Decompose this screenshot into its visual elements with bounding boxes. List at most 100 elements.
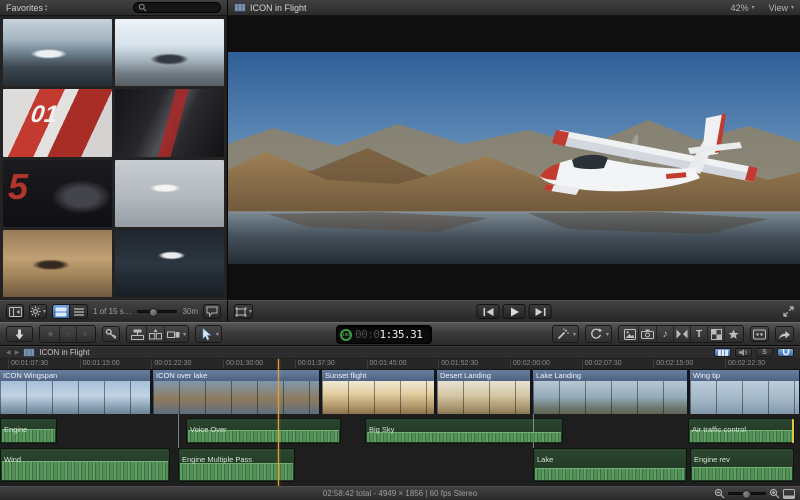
video-clip-icon-over-lake[interactable]: ICON over lake	[153, 370, 320, 414]
ruler-tick	[223, 359, 224, 370]
list-view-button[interactable]	[70, 304, 88, 319]
search-icon	[138, 3, 147, 12]
viewer-canvas[interactable]	[228, 16, 800, 300]
rating-group: ★ ☆ ×	[39, 325, 96, 343]
clip-filmstrip	[153, 381, 319, 414]
skimming-toggle[interactable]	[714, 348, 731, 357]
collection-label: Favorites	[6, 3, 43, 13]
collection-selector[interactable]: Favorites ▴▾	[6, 3, 47, 13]
unrate-button[interactable]: ☆	[59, 326, 76, 342]
ruler-tick	[8, 359, 9, 370]
audio-waveform	[692, 467, 792, 480]
audio-skimming-toggle[interactable]	[735, 348, 752, 357]
playhead[interactable]	[278, 359, 279, 486]
audio-clip-wind[interactable]: Wind	[0, 448, 170, 482]
project-summary: 02:58:42 total - 4949 × 1856 | 60 fps St…	[0, 489, 800, 498]
event-browser-panel: Favorites ▴▾ 01 5 ▾	[0, 0, 228, 322]
video-clip-desert-landing[interactable]: Desert Landing	[437, 370, 531, 414]
video-clip-wing-tip[interactable]: Wing tip	[690, 370, 800, 414]
thumbnail-overlay-text: 5	[8, 166, 28, 208]
retime-button[interactable]	[588, 326, 605, 342]
select-tool-button[interactable]	[198, 326, 215, 342]
favorite-button[interactable]: ★	[42, 326, 59, 342]
clip-thumbnail-plane-on-tarmac[interactable]	[115, 19, 224, 86]
video-clip-lake-landing[interactable]: Lake Landing	[533, 370, 688, 414]
search-input[interactable]	[133, 2, 221, 13]
viewer-zoom-menu[interactable]: 42% ▾	[731, 3, 755, 13]
photos-browser-button[interactable]	[621, 326, 638, 342]
keyword-editor-button[interactable]	[102, 326, 120, 342]
snapping-toggle[interactable]	[777, 348, 794, 357]
themes-browser-button[interactable]	[724, 326, 741, 342]
comment-icon[interactable]	[203, 304, 221, 319]
play-button[interactable]	[503, 304, 526, 319]
audio-clip-lake[interactable]: Lake	[533, 448, 687, 482]
clip-name: Big Sky	[366, 424, 397, 435]
ruler-label: 00:01:30:00	[226, 360, 263, 367]
history-forward-button[interactable]: ▶	[15, 349, 20, 356]
dashboard[interactable]: 100 00:01:35.31	[336, 325, 432, 344]
history-back-button[interactable]: ◀	[6, 349, 11, 356]
zoom-out-icon[interactable]	[714, 488, 725, 499]
solo-toggle[interactable]: S	[756, 348, 773, 357]
timeline-ruler[interactable]: 00:01:07:3000:01:15:0000:01:22:3000:01:3…	[0, 359, 800, 370]
clip-name: Desert Landing	[437, 370, 530, 381]
audio-clip-voice-over[interactable]: Voice Over	[186, 418, 341, 444]
timeline-title: ICON in Flight	[39, 348, 89, 357]
enhancements-button[interactable]	[555, 326, 572, 342]
browser-settings-button[interactable]: ▾	[29, 304, 47, 319]
project-icon	[23, 348, 35, 357]
insert-edit-button[interactable]	[146, 326, 164, 342]
background-tasks-indicator[interactable]: 100	[340, 329, 352, 341]
share-button[interactable]	[775, 326, 794, 342]
video-clip-sunset-flight[interactable]: Sunset flight	[322, 370, 435, 414]
slider-thumb[interactable]	[149, 308, 158, 317]
clip-thumbnail-plane-over-water[interactable]	[115, 230, 224, 297]
transform-crop-button[interactable]: ▾	[234, 304, 253, 319]
clip-thumbnail-plane-in-flight[interactable]	[115, 160, 224, 227]
audio-clip-engine[interactable]: Engine	[0, 418, 57, 444]
clip-filmstrip	[322, 381, 434, 414]
clip-thumbnail-plane-on-water[interactable]	[3, 19, 112, 86]
hide-browser-button[interactable]	[6, 304, 24, 319]
slider-thumb[interactable]	[742, 490, 751, 499]
effects-browser-button[interactable]	[750, 326, 769, 342]
ruler-tick	[438, 359, 439, 370]
previous-frame-button[interactable]	[477, 304, 500, 319]
timeline-zoom-controls	[714, 488, 795, 499]
clip-name: Voice Over	[187, 424, 230, 435]
timeline-zoom-slider[interactable]	[728, 492, 766, 495]
audio-clip-engine-rev[interactable]: Engine rev	[690, 448, 794, 482]
clip-name: Air traffic control	[689, 424, 749, 435]
clip-badge-icon	[234, 3, 246, 12]
video-clip-icon-wingspan[interactable]: ICON Wingspan	[0, 370, 151, 414]
camera-import-button[interactable]	[638, 326, 656, 342]
timeline-tracks[interactable]: ICON WingspanICON over lakeSunset flight…	[0, 370, 800, 486]
import-button[interactable]	[6, 326, 33, 342]
append-edit-button[interactable]	[164, 326, 182, 342]
titles-browser-button[interactable]: T	[690, 326, 707, 342]
clip-thumbnail-dusty-takeoff[interactable]	[3, 230, 112, 297]
transitions-browser-button[interactable]	[673, 326, 690, 342]
next-frame-button[interactable]	[529, 304, 552, 319]
audio-clip-air-traffic-control[interactable]: Air traffic control	[688, 418, 795, 444]
clip-thumbnail-nose-cone-5[interactable]: 5	[3, 160, 112, 227]
ruler-tick	[295, 359, 296, 370]
chevron-down-icon: ▾	[752, 4, 755, 11]
music-browser-button[interactable]: ♪	[656, 326, 673, 342]
connect-edit-button[interactable]	[129, 326, 146, 342]
reject-button[interactable]: ×	[76, 326, 93, 342]
clip-thumbnail-dark-fuselage[interactable]	[115, 89, 224, 156]
ruler-label: 00:02:15:00	[656, 360, 693, 367]
generators-browser-button[interactable]	[707, 326, 724, 342]
fullscreen-button[interactable]	[783, 306, 794, 317]
thumbnail-duration-slider[interactable]	[137, 310, 178, 313]
viewer-view-menu[interactable]: View ▾	[769, 3, 794, 13]
retime-group: ▾	[585, 325, 612, 343]
duration-label: 30m	[182, 307, 198, 316]
clip-thumbnail-red-01-graphic[interactable]: 01	[3, 89, 112, 156]
trim-handle[interactable]	[792, 419, 794, 443]
zoom-in-icon[interactable]	[769, 488, 780, 499]
toggle-timeline-panel-icon[interactable]	[783, 489, 795, 499]
filmstrip-view-button[interactable]	[52, 304, 70, 319]
